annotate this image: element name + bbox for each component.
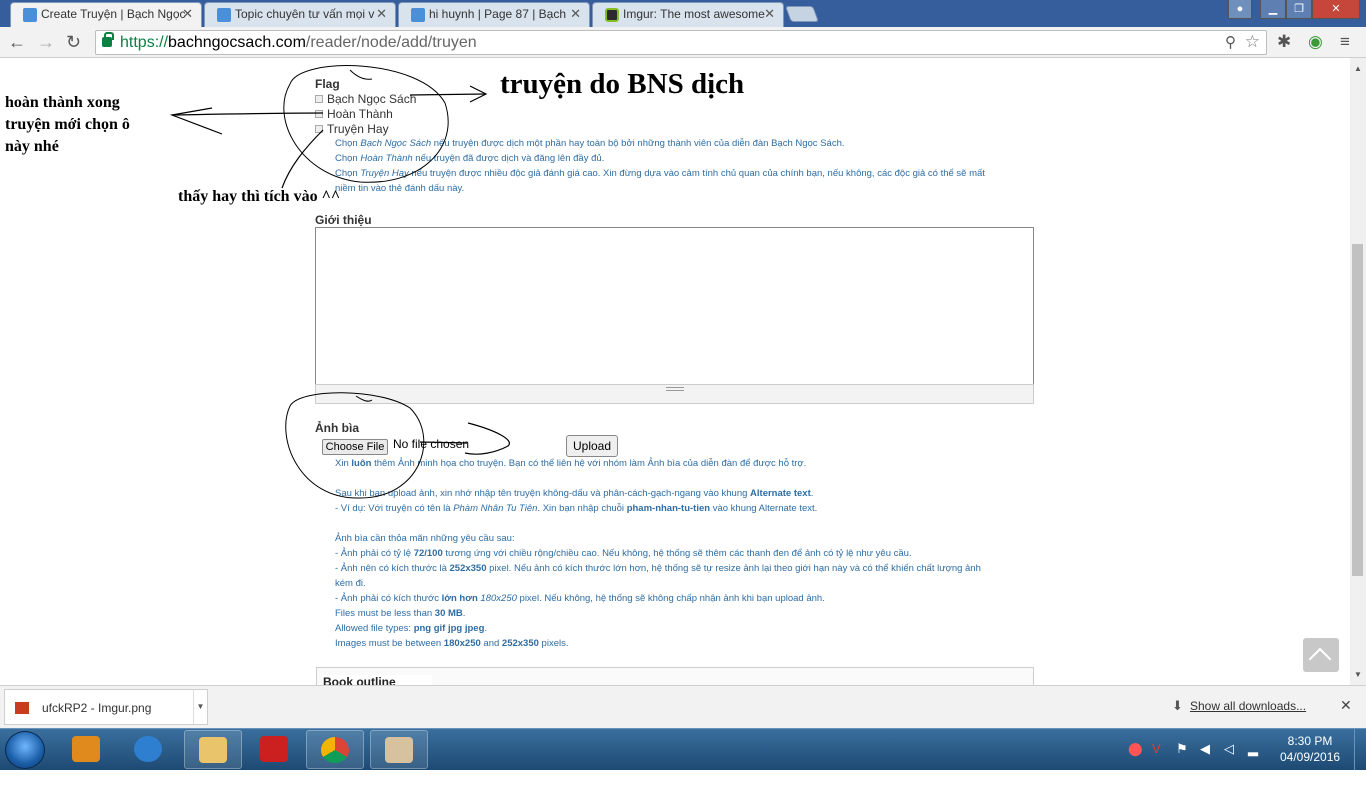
bns-favicon-icon bbox=[23, 8, 37, 22]
clock-time: 8:30 PM bbox=[1287, 734, 1333, 748]
url-path: /reader/node/add/truyen bbox=[305, 34, 477, 51]
bns-favicon-icon bbox=[411, 8, 425, 22]
chevron-down-icon[interactable]: ▼ bbox=[193, 690, 207, 724]
vivaldi-tray-icon[interactable]: V bbox=[1152, 741, 1166, 756]
tab-title: Create Truyện | Bạch Ngọc bbox=[41, 7, 186, 21]
scroll-up-arrow-icon[interactable]: ▲ bbox=[1354, 64, 1362, 73]
avira-tray-icon[interactable]: ⬤ bbox=[1128, 741, 1143, 756]
show-all-downloads-link[interactable]: Show all downloads... bbox=[1190, 699, 1306, 713]
close-icon[interactable]: ✕ bbox=[182, 6, 193, 22]
taskbar-paint[interactable] bbox=[370, 730, 428, 769]
extension-icon[interactable]: ✱ bbox=[1277, 32, 1291, 52]
taskbar-avira[interactable] bbox=[246, 730, 304, 769]
page-content: Flag Bạch Ngọc Sách Hoàn Thành Truyện Ha… bbox=[0, 58, 1350, 685]
bns-favicon-icon bbox=[217, 8, 231, 22]
taskbar-chrome[interactable] bbox=[306, 730, 364, 769]
clock-date: 04/09/2016 bbox=[1280, 750, 1341, 764]
paint-icon bbox=[385, 737, 413, 763]
download-filename: ufckRP2 - Imgur.png bbox=[42, 701, 152, 715]
scroll-down-arrow-icon[interactable]: ▼ bbox=[1354, 670, 1362, 679]
minimize-button[interactable]: ▁ bbox=[1260, 0, 1286, 19]
reload-icon[interactable]: ↻ bbox=[66, 32, 81, 52]
handdrawn-annotation-strokes bbox=[169, 65, 510, 499]
taskbar-media-player[interactable] bbox=[58, 730, 116, 769]
lock-icon bbox=[102, 32, 114, 47]
flag-tray-icon[interactable]: ⚑ bbox=[1176, 741, 1190, 756]
maximize-button[interactable]: ❐ bbox=[1286, 0, 1312, 19]
tab-title: Imgur: The most awesome bbox=[623, 7, 765, 21]
hangouts-icon[interactable]: ◉ bbox=[1308, 32, 1323, 52]
network-icon[interactable]: ▂ bbox=[1248, 741, 1262, 756]
browser-tabstrip: Create Truyện | Bạch Ngọc ✕ Topic chuyên… bbox=[0, 0, 1366, 28]
bookmark-star-icon[interactable]: ☆ bbox=[1245, 32, 1260, 52]
system-clock[interactable]: 8:30 PM 04/09/2016 bbox=[1280, 733, 1340, 765]
profile-icon[interactable]: ● bbox=[1228, 0, 1252, 19]
mute-icon[interactable]: ◁ bbox=[1224, 741, 1238, 756]
forward-arrow-icon[interactable]: → bbox=[37, 32, 55, 52]
media-player-icon bbox=[72, 736, 100, 762]
internet-explorer-icon bbox=[134, 736, 162, 762]
imgur-favicon-icon bbox=[605, 8, 619, 22]
taskbar-internet-explorer[interactable] bbox=[120, 730, 178, 769]
search-icon[interactable]: ⚲ bbox=[1225, 33, 1236, 51]
tab-imgur[interactable]: Imgur: The most awesome ✕ bbox=[592, 2, 784, 27]
tab-title: hi huynh | Page 87 | Bạch bbox=[429, 7, 566, 21]
tab-topic[interactable]: Topic chuyên tư vấn mọi v ✕ bbox=[204, 2, 396, 27]
page-scrollbar[interactable]: ▲ ▼ bbox=[1350, 58, 1366, 685]
url-host: bachngocsach.com bbox=[168, 34, 306, 51]
windows-taskbar: ⬤ V ⚑ ◀ ◁ ▂ 8:30 PM 04/09/2016 bbox=[0, 728, 1366, 771]
background-area bbox=[0, 770, 1366, 810]
url-protocol: https:// bbox=[120, 34, 169, 51]
close-icon[interactable]: ✕ bbox=[764, 6, 775, 22]
scroll-to-top-button[interactable] bbox=[1303, 638, 1339, 672]
browser-toolbar: ← → ↻ https://bachngocsach.com/reader/no… bbox=[0, 27, 1366, 58]
tab-create-truyen[interactable]: Create Truyện | Bạch Ngọc ✕ bbox=[10, 2, 202, 28]
avira-icon bbox=[260, 736, 288, 762]
download-arrow-icon: ⬇ bbox=[1172, 698, 1183, 713]
back-arrow-icon[interactable]: ← bbox=[8, 32, 26, 52]
menu-icon[interactable]: ≡ bbox=[1340, 32, 1350, 52]
download-item[interactable]: ufckRP2 - Imgur.png ▼ bbox=[4, 689, 208, 725]
close-icon[interactable]: ✕ bbox=[570, 6, 581, 22]
close-icon[interactable]: ✕ bbox=[376, 6, 387, 22]
download-bar: ufckRP2 - Imgur.png ▼ ⬇ Show all downloa… bbox=[0, 685, 1366, 728]
tab-hi-huynh[interactable]: hi huynh | Page 87 | Bạch ✕ bbox=[398, 2, 590, 27]
taskbar-file-explorer[interactable] bbox=[184, 730, 242, 769]
show-desktop-button[interactable] bbox=[1354, 729, 1366, 771]
tab-title: Topic chuyên tư vấn mọi v bbox=[235, 7, 375, 21]
close-window-button[interactable]: ✕ bbox=[1312, 0, 1360, 19]
new-tab-button[interactable] bbox=[785, 6, 819, 22]
volume-icon[interactable]: ◀ bbox=[1200, 741, 1214, 756]
start-button[interactable] bbox=[5, 731, 45, 769]
scrollbar-thumb[interactable] bbox=[1352, 244, 1363, 576]
file-explorer-icon bbox=[199, 737, 227, 763]
close-icon[interactable]: ✕ bbox=[1340, 697, 1352, 714]
image-file-icon bbox=[15, 702, 29, 714]
chrome-icon bbox=[321, 737, 349, 763]
address-bar[interactable]: https://bachngocsach.com/reader/node/add… bbox=[95, 30, 1267, 55]
